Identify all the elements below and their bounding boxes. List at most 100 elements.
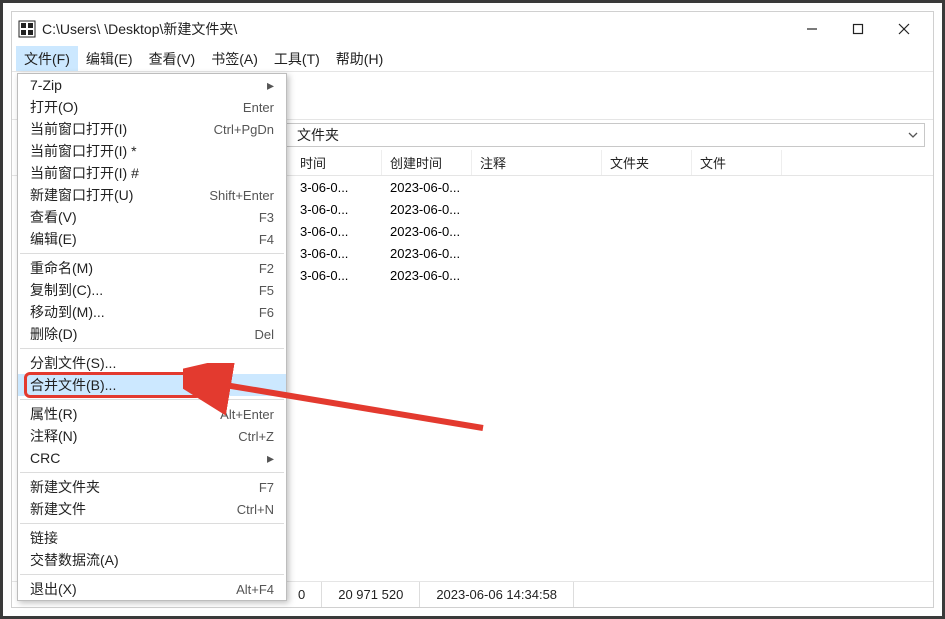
menu-item[interactable]: 交替数据流(A) [18, 549, 286, 571]
menu-file[interactable]: 文件(F) [16, 46, 78, 71]
menu-item[interactable]: 合并文件(B)... [18, 374, 286, 396]
file-menu-dropdown: 7-Zip▸打开(O)Enter当前窗口打开(I)Ctrl+PgDn当前窗口打开… [17, 73, 287, 601]
cell-created: 2023-06-0... [382, 246, 472, 261]
menu-edit[interactable]: 编辑(E) [78, 46, 141, 71]
chevron-right-icon: ▸ [267, 77, 274, 94]
menu-separator [20, 472, 284, 473]
menu-item[interactable]: 新建文件夹F7 [18, 476, 286, 498]
menu-separator [20, 348, 284, 349]
menu-item[interactable]: 分割文件(S)... [18, 352, 286, 374]
menu-item[interactable]: 删除(D)Del [18, 323, 286, 345]
menu-item-label: 当前窗口打开(I) [30, 119, 214, 139]
menu-item-label: 复制到(C)... [30, 280, 259, 300]
menu-tools[interactable]: 工具(T) [266, 46, 328, 71]
menu-item-shortcut: F3 [259, 210, 274, 225]
menu-item[interactable]: 退出(X)Alt+F4 [18, 578, 286, 600]
path-visible-text: 文件夹 [297, 125, 339, 145]
menu-item[interactable]: 当前窗口打开(I)Ctrl+PgDn [18, 118, 286, 140]
menu-item[interactable]: 7-Zip▸ [18, 74, 286, 96]
menu-item-label: 移动到(M)... [30, 302, 259, 322]
menu-separator [20, 253, 284, 254]
app-icon [18, 20, 36, 38]
header-file[interactable]: 文件 [692, 150, 782, 175]
menu-view-label: 查看(V) [149, 49, 196, 69]
menu-item-label: 交替数据流(A) [30, 550, 274, 570]
menu-item[interactable]: 当前窗口打开(I) # [18, 162, 286, 184]
menu-item-label: CRC [30, 450, 267, 466]
menu-view[interactable]: 查看(V) [141, 46, 204, 71]
header-comment[interactable]: 注释 [472, 150, 602, 175]
menu-item-shortcut: F6 [259, 305, 274, 320]
menu-edit-label: 编辑(E) [86, 49, 133, 69]
cell-created: 2023-06-0... [382, 180, 472, 195]
menu-item[interactable]: 新建窗口打开(U)Shift+Enter [18, 184, 286, 206]
status-date: 2023-06-06 14:34:58 [420, 582, 574, 607]
menu-item-label: 链接 [30, 528, 274, 548]
menu-item[interactable]: 注释(N)Ctrl+Z [18, 425, 286, 447]
menu-item[interactable]: 查看(V)F3 [18, 206, 286, 228]
menu-item[interactable]: 属性(R)Alt+Enter [18, 403, 286, 425]
menu-item-label: 注释(N) [30, 426, 238, 446]
menu-item[interactable]: 新建文件Ctrl+N [18, 498, 286, 520]
menu-item-label: 合并文件(B)... [30, 375, 274, 395]
menu-item-label: 分割文件(S)... [30, 353, 274, 373]
cell-created: 2023-06-0... [382, 202, 472, 217]
menu-item-shortcut: Ctrl+PgDn [214, 122, 274, 137]
cell-created: 2023-06-0... [382, 268, 472, 283]
close-button[interactable] [881, 14, 927, 44]
menu-item[interactable]: 重命名(M)F2 [18, 257, 286, 279]
status-count: 0 [282, 582, 322, 607]
menu-item-label: 重命名(M) [30, 258, 259, 278]
menu-item-label: 新建文件夹 [30, 477, 259, 497]
menu-item-label: 新建文件 [30, 499, 237, 519]
window-title: C:\Users\ \Desktop\新建文件夹\ [42, 19, 237, 39]
menu-item-label: 删除(D) [30, 324, 254, 344]
menu-bookmarks[interactable]: 书签(A) [203, 46, 266, 71]
window-controls [789, 14, 927, 44]
minimize-button[interactable] [789, 14, 835, 44]
menu-bookmarks-label: 书签(A) [211, 49, 258, 69]
menu-item-label: 7-Zip [30, 77, 267, 93]
menu-item-label: 当前窗口打开(I) # [30, 163, 274, 183]
menu-item-shortcut: F5 [259, 283, 274, 298]
menu-item-shortcut: Ctrl+N [237, 502, 274, 517]
menu-file-label: 文件(F) [24, 49, 70, 69]
cell-time: 3-06-0... [292, 180, 382, 195]
chevron-down-icon[interactable] [908, 127, 918, 143]
menu-item-shortcut: Ctrl+Z [238, 429, 274, 444]
menu-item-label: 退出(X) [30, 579, 236, 599]
menu-item-shortcut: Alt+F4 [236, 582, 274, 597]
menu-item[interactable]: 打开(O)Enter [18, 96, 286, 118]
menu-item-shortcut: F4 [259, 232, 274, 247]
header-folder[interactable]: 文件夹 [602, 150, 692, 175]
menu-separator [20, 399, 284, 400]
menu-item[interactable]: 链接 [18, 527, 286, 549]
menu-tools-label: 工具(T) [274, 49, 320, 69]
menu-item-label: 查看(V) [30, 207, 259, 227]
cell-time: 3-06-0... [292, 268, 382, 283]
menu-item-shortcut: Shift+Enter [209, 188, 274, 203]
cell-time: 3-06-0... [292, 246, 382, 261]
header-created[interactable]: 创建时间 [382, 150, 472, 175]
chevron-right-icon: ▸ [267, 450, 274, 467]
menu-item-label: 新建窗口打开(U) [30, 185, 209, 205]
menu-separator [20, 523, 284, 524]
menu-separator [20, 574, 284, 575]
menu-item[interactable]: 移动到(M)...F6 [18, 301, 286, 323]
menu-item[interactable]: 当前窗口打开(I) * [18, 140, 286, 162]
menu-item-shortcut: F7 [259, 480, 274, 495]
menu-item-label: 当前窗口打开(I) * [30, 141, 274, 161]
menu-item[interactable]: 复制到(C)...F5 [18, 279, 286, 301]
cell-created: 2023-06-0... [382, 224, 472, 239]
menu-item-label: 编辑(E) [30, 229, 259, 249]
menu-item[interactable]: 编辑(E)F4 [18, 228, 286, 250]
menu-item-shortcut: Enter [243, 100, 274, 115]
maximize-button[interactable] [835, 14, 881, 44]
menu-item-shortcut: Alt+Enter [220, 407, 274, 422]
menu-item-label: 打开(O) [30, 97, 243, 117]
header-time[interactable]: 时间 [292, 150, 382, 175]
menu-item[interactable]: CRC▸ [18, 447, 286, 469]
menu-help[interactable]: 帮助(H) [328, 46, 391, 71]
cell-time: 3-06-0... [292, 202, 382, 217]
menu-item-label: 属性(R) [30, 404, 220, 424]
